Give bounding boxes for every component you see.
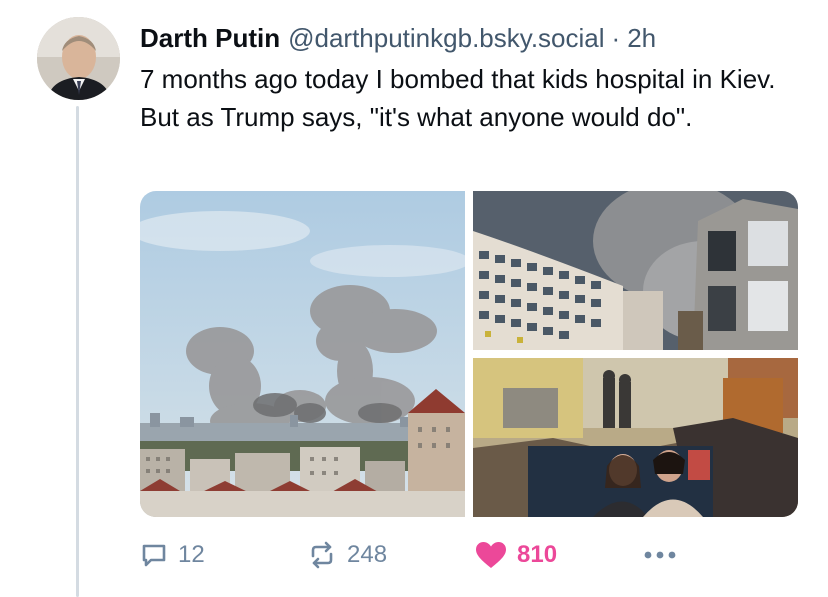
post-text: 7 months ago today I bombed that kids ho… — [140, 64, 776, 132]
repost-icon — [311, 541, 333, 569]
display-name[interactable]: Darth Putin — [140, 20, 280, 56]
repost-button[interactable]: 248 — [307, 535, 387, 575]
like-count: 810 — [517, 541, 558, 568]
repost-count: 248 — [347, 541, 388, 568]
heart-icon — [476, 542, 506, 568]
rubble-image — [473, 358, 798, 517]
post: Darth Putin @darthputinkgb.bsky.social ·… — [0, 0, 828, 597]
reply-count: 12 — [178, 541, 205, 568]
city-smoke-image — [140, 191, 465, 517]
avatar[interactable] — [37, 17, 120, 100]
city-smoke-photo[interactable] — [140, 191, 465, 517]
thread-line — [76, 106, 79, 597]
ellipsis-icon — [644, 551, 676, 559]
timestamp[interactable]: 2h — [627, 20, 656, 56]
avatar-image — [37, 17, 120, 100]
like-button[interactable]: 810 — [475, 535, 557, 575]
action-bar: 12 248 810 — [140, 535, 680, 575]
reply-icon — [142, 544, 166, 567]
rubble-photo[interactable] — [473, 358, 798, 517]
post-header: Darth Putin @darthputinkgb.bsky.social ·… — [140, 20, 656, 56]
damaged-building-photo[interactable] — [473, 191, 798, 350]
media-grid — [140, 191, 798, 517]
handle[interactable]: @darthputinkgb.bsky.social — [288, 20, 604, 56]
reply-button[interactable]: 12 — [140, 535, 205, 575]
separator-dot: · — [611, 23, 621, 53]
damaged-building-image — [473, 191, 798, 350]
more-options-button[interactable] — [643, 535, 677, 575]
